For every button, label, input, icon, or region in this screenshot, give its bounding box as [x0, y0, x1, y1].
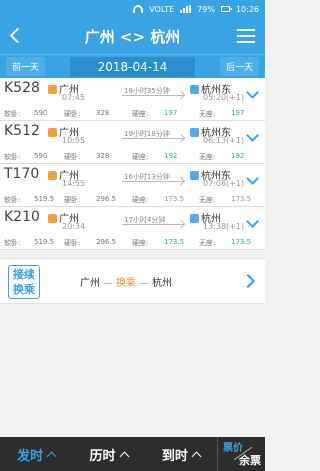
sort-bar: 发时 历时 到时 票价 余票 [0, 437, 265, 471]
origin-station-icon [48, 128, 57, 137]
train-row[interactable]: T170 广州 14:55 16小时13分钟 杭州东 07:08(+1) 软卧:… [0, 164, 265, 207]
origin-station-icon [48, 171, 57, 180]
route-arrow-icon [122, 95, 184, 96]
sort-by-arrival-button[interactable]: 到时 [145, 445, 217, 464]
volte-label: VOLTE [149, 4, 175, 14]
destination-station-icon [190, 214, 199, 223]
price-remaining-toggle[interactable]: 票价 余票 [216, 437, 265, 471]
train-list: K528 广州 07:45 18小时35分钟 杭州东 05:20(+1) 软卧:… [0, 78, 265, 250]
next-day-button[interactable]: 后一天 [219, 57, 259, 76]
remaining-label: 余票 [238, 454, 261, 467]
origin-station-icon [48, 214, 57, 223]
train-code: K528 [4, 80, 40, 96]
transfer-route: 广州 — 换乘 — 杭州 [80, 278, 172, 289]
date-bar: 前一天 2018-04-14 后一天 [0, 54, 265, 78]
departure-time: 10:55 [62, 136, 86, 145]
departure-time: 20:34 [62, 222, 86, 231]
departure-time: 14:55 [62, 179, 86, 188]
train-code: T170 [4, 166, 40, 182]
route-arrow-icon [122, 181, 184, 182]
page-title: 广州 <> 杭州 [84, 27, 181, 46]
route-arrow-icon [122, 224, 184, 225]
transfer-origin: 广州 [80, 278, 100, 289]
sort-up-icon [119, 451, 129, 461]
transfer-panel[interactable]: 接续 换乘 广州 — 换乘 — 杭州 [0, 258, 265, 304]
wifi-icon [133, 5, 144, 13]
train-code: K210 [4, 209, 40, 225]
destination-station-icon [190, 128, 199, 137]
arrival-time: 05:20(+1) [203, 93, 245, 102]
expand-chevron-icon[interactable] [247, 174, 257, 184]
date-picker[interactable]: 2018-04-14 [69, 56, 196, 77]
expand-chevron-icon[interactable] [247, 131, 257, 141]
menu-icon[interactable] [237, 29, 255, 43]
signal-icon [180, 5, 192, 13]
back-icon[interactable] [8, 27, 22, 45]
expand-chevron-icon[interactable] [247, 88, 257, 98]
sort-up-icon [46, 451, 57, 461]
sort-by-duration-button[interactable]: 历时 [72, 445, 144, 464]
route-arrow-icon [122, 138, 184, 139]
chevron-right-icon[interactable] [243, 274, 255, 288]
train-row[interactable]: K210 广州 20:34 17小时4分钟 杭州 13:38(+1) 软卧: 51… [0, 207, 265, 250]
arrival-time: 07:08(+1) [203, 179, 245, 188]
prev-day-button[interactable]: 前一天 [6, 57, 46, 76]
expand-chevron-icon[interactable] [247, 217, 257, 227]
origin-station-icon [48, 85, 57, 94]
transfer-button[interactable]: 接续 换乘 [8, 265, 40, 299]
battery-icon [220, 6, 232, 12]
status-bar: VOLTE 79% 10:26 [0, 0, 265, 18]
departure-time: 07:45 [62, 93, 86, 102]
sort-up-icon [191, 451, 202, 461]
destination-station-icon [190, 171, 199, 180]
sort-by-departure-button[interactable]: 发时 [0, 445, 72, 464]
transfer-via: 换乘 [116, 278, 136, 289]
train-code: K512 [4, 123, 40, 139]
clock: 10:26 [235, 4, 259, 14]
transfer-destination: 杭州 [152, 278, 172, 289]
battery-percent: 79% [197, 4, 215, 14]
arrival-time: 06:13(+1) [203, 136, 245, 145]
destination-station-icon [190, 85, 199, 94]
app-header: 广州 <> 杭州 [0, 18, 265, 54]
train-row[interactable]: K528 广州 07:45 18小时35分钟 杭州东 05:20(+1) 软卧:… [0, 78, 265, 121]
arrival-time: 13:38(+1) [203, 222, 245, 231]
train-row[interactable]: K512 广州 10:55 19小时18分钟 杭州东 06:13(+1) 软卧:… [0, 121, 265, 164]
